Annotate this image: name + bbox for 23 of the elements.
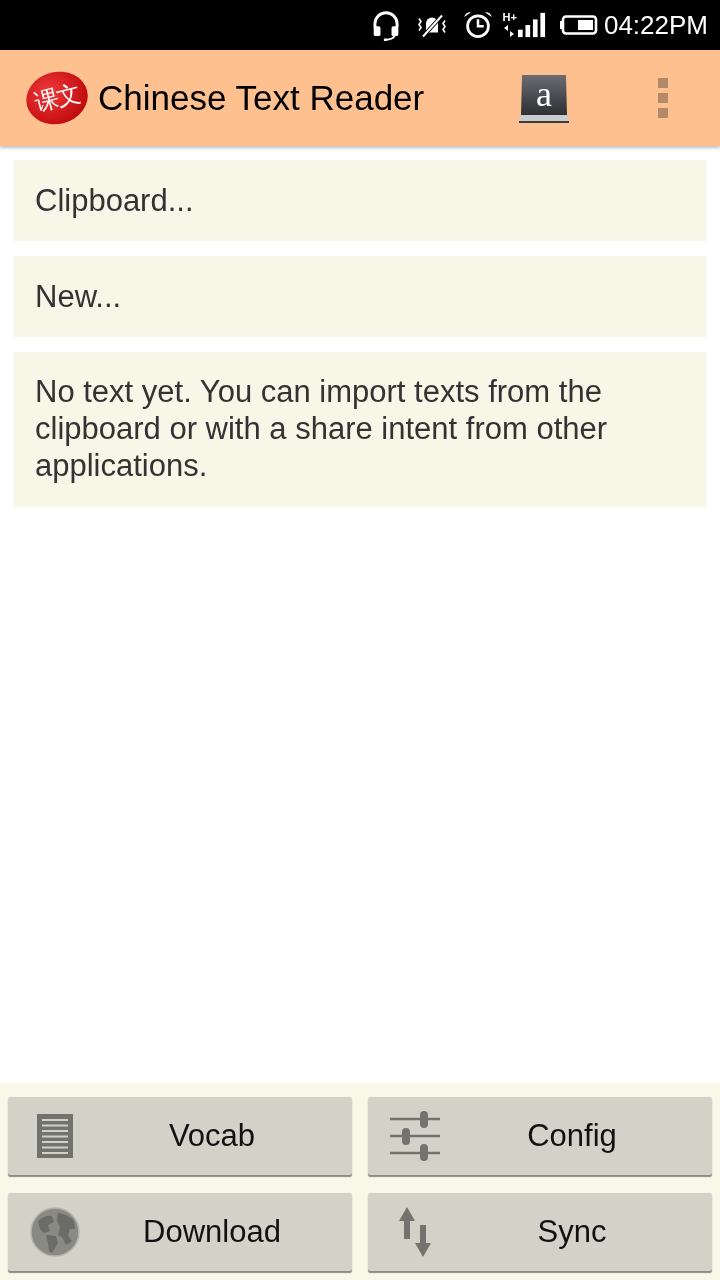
empty-message: No text yet. You can import texts from the clipboard or with a share intent from other applications. (14, 352, 706, 507)
signal-bars-icon (517, 12, 546, 38)
alarm-clock-icon (462, 10, 493, 40)
toolbar-button[interactable]: Vocab (8, 1097, 352, 1175)
network-type-label: H+ (502, 12, 517, 23)
dictionary-button[interactable]: a (517, 73, 571, 123)
app-title: Chinese Text Reader (98, 78, 425, 118)
data-arrows-icon (502, 24, 515, 38)
sliders-icon (390, 1111, 440, 1161)
toolbar-button[interactable]: Download (8, 1193, 352, 1271)
toolbar-button[interactable]: Config (368, 1097, 712, 1175)
globe-icon (30, 1207, 80, 1257)
menu-icon (658, 78, 668, 118)
toolbar-button[interactable]: Sync (368, 1193, 712, 1271)
document-icon (37, 1114, 73, 1158)
battery-icon (559, 15, 598, 35)
headphones-icon (370, 9, 401, 41)
status-time: 04:22PM (603, 10, 708, 40)
book-icon (517, 73, 571, 123)
up-down-arrows-icon (399, 1207, 431, 1257)
list-item[interactable]: New... (14, 256, 706, 337)
overflow-menu-button[interactable] (658, 78, 668, 118)
list-item[interactable]: Clipboard... (14, 160, 706, 241)
